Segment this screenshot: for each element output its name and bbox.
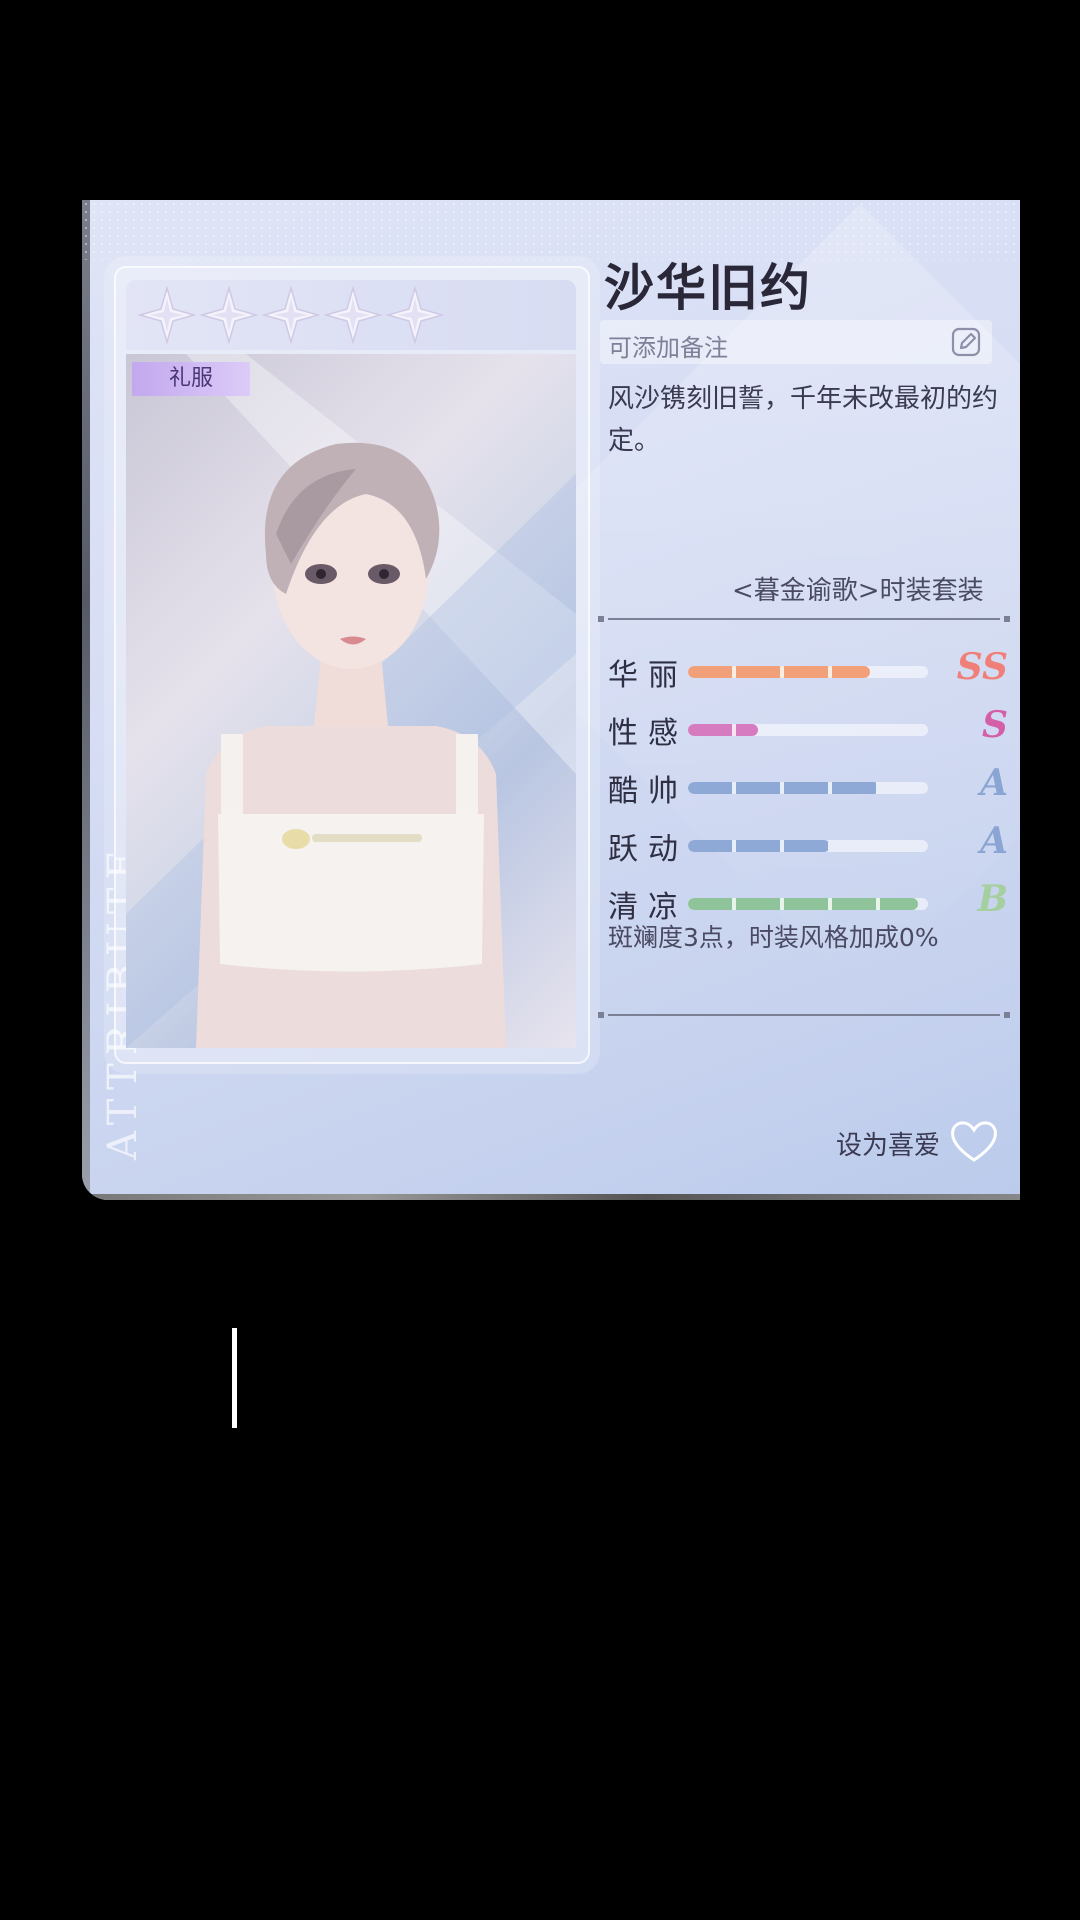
card-bottom-strip — [82, 1194, 1020, 1200]
portrait-frame: 礼服 — [114, 266, 590, 1064]
stat-bar — [688, 782, 928, 794]
character-illustration — [126, 354, 576, 1048]
stat-row: 酷帅 A — [608, 762, 1008, 810]
heart-icon[interactable] — [948, 1118, 1000, 1168]
outfit-type-tag: 礼服 — [132, 362, 250, 396]
note-bar[interactable]: 可添加备注 — [600, 320, 992, 364]
stat-label: 酷帅 — [608, 774, 688, 809]
star-icon — [138, 286, 196, 344]
stat-bar — [688, 898, 928, 910]
favorite-button[interactable]: 设为喜爱 — [836, 1118, 1000, 1168]
stat-label: 性感 — [608, 716, 688, 751]
divider-top — [598, 616, 1010, 622]
text-cursor — [232, 1328, 237, 1428]
stat-row: 华丽 SS — [608, 646, 1008, 694]
stat-label: 跃动 — [608, 832, 688, 867]
outfit-title: 沙华旧约 — [604, 258, 812, 317]
stat-grade: SS — [956, 646, 1008, 688]
edit-icon[interactable] — [950, 326, 982, 358]
favorite-label: 设为喜爱 — [835, 1130, 940, 1161]
style-bonus-text: 斑斓度3点，时装风格加成0% — [608, 923, 939, 952]
stat-bar-fill — [688, 840, 830, 852]
divider-bottom — [598, 1012, 1010, 1018]
star-icon — [386, 286, 444, 344]
character-portrait: 礼服 — [126, 354, 576, 1048]
stat-grade: A — [980, 820, 1008, 862]
stat-grade: A — [980, 762, 1008, 804]
stat-grade: S — [982, 704, 1008, 746]
star-icon — [324, 286, 382, 344]
stat-row: 跃动 A — [608, 820, 1008, 868]
star-icon — [262, 286, 320, 344]
stat-bar — [688, 666, 928, 678]
stat-bar-fill — [688, 782, 880, 794]
stat-bar — [688, 724, 928, 736]
stat-bar-fill — [688, 666, 871, 678]
outfit-card: ATTRIBUTE 礼服 沙华旧约 可添加备注 风沙镌刻旧誓，千年未改最初的约定… — [82, 200, 1020, 1200]
note-placeholder[interactable]: 可添加备注 — [608, 328, 728, 363]
card-left-strip — [82, 200, 90, 1200]
stat-bar — [688, 840, 928, 852]
stat-label: 华丽 — [608, 658, 688, 693]
stat-bar-fill — [688, 898, 919, 910]
star-icon — [200, 286, 258, 344]
stat-grade: B — [977, 878, 1008, 920]
outfit-description: 风沙镌刻旧誓，千年未改最初的约定。 — [608, 384, 999, 456]
stat-bar-fill — [688, 724, 758, 736]
star-rating — [126, 280, 576, 350]
set-name: <暮金谕歌>时装套装 — [732, 576, 984, 606]
stat-row: 性感 S — [608, 704, 1008, 752]
